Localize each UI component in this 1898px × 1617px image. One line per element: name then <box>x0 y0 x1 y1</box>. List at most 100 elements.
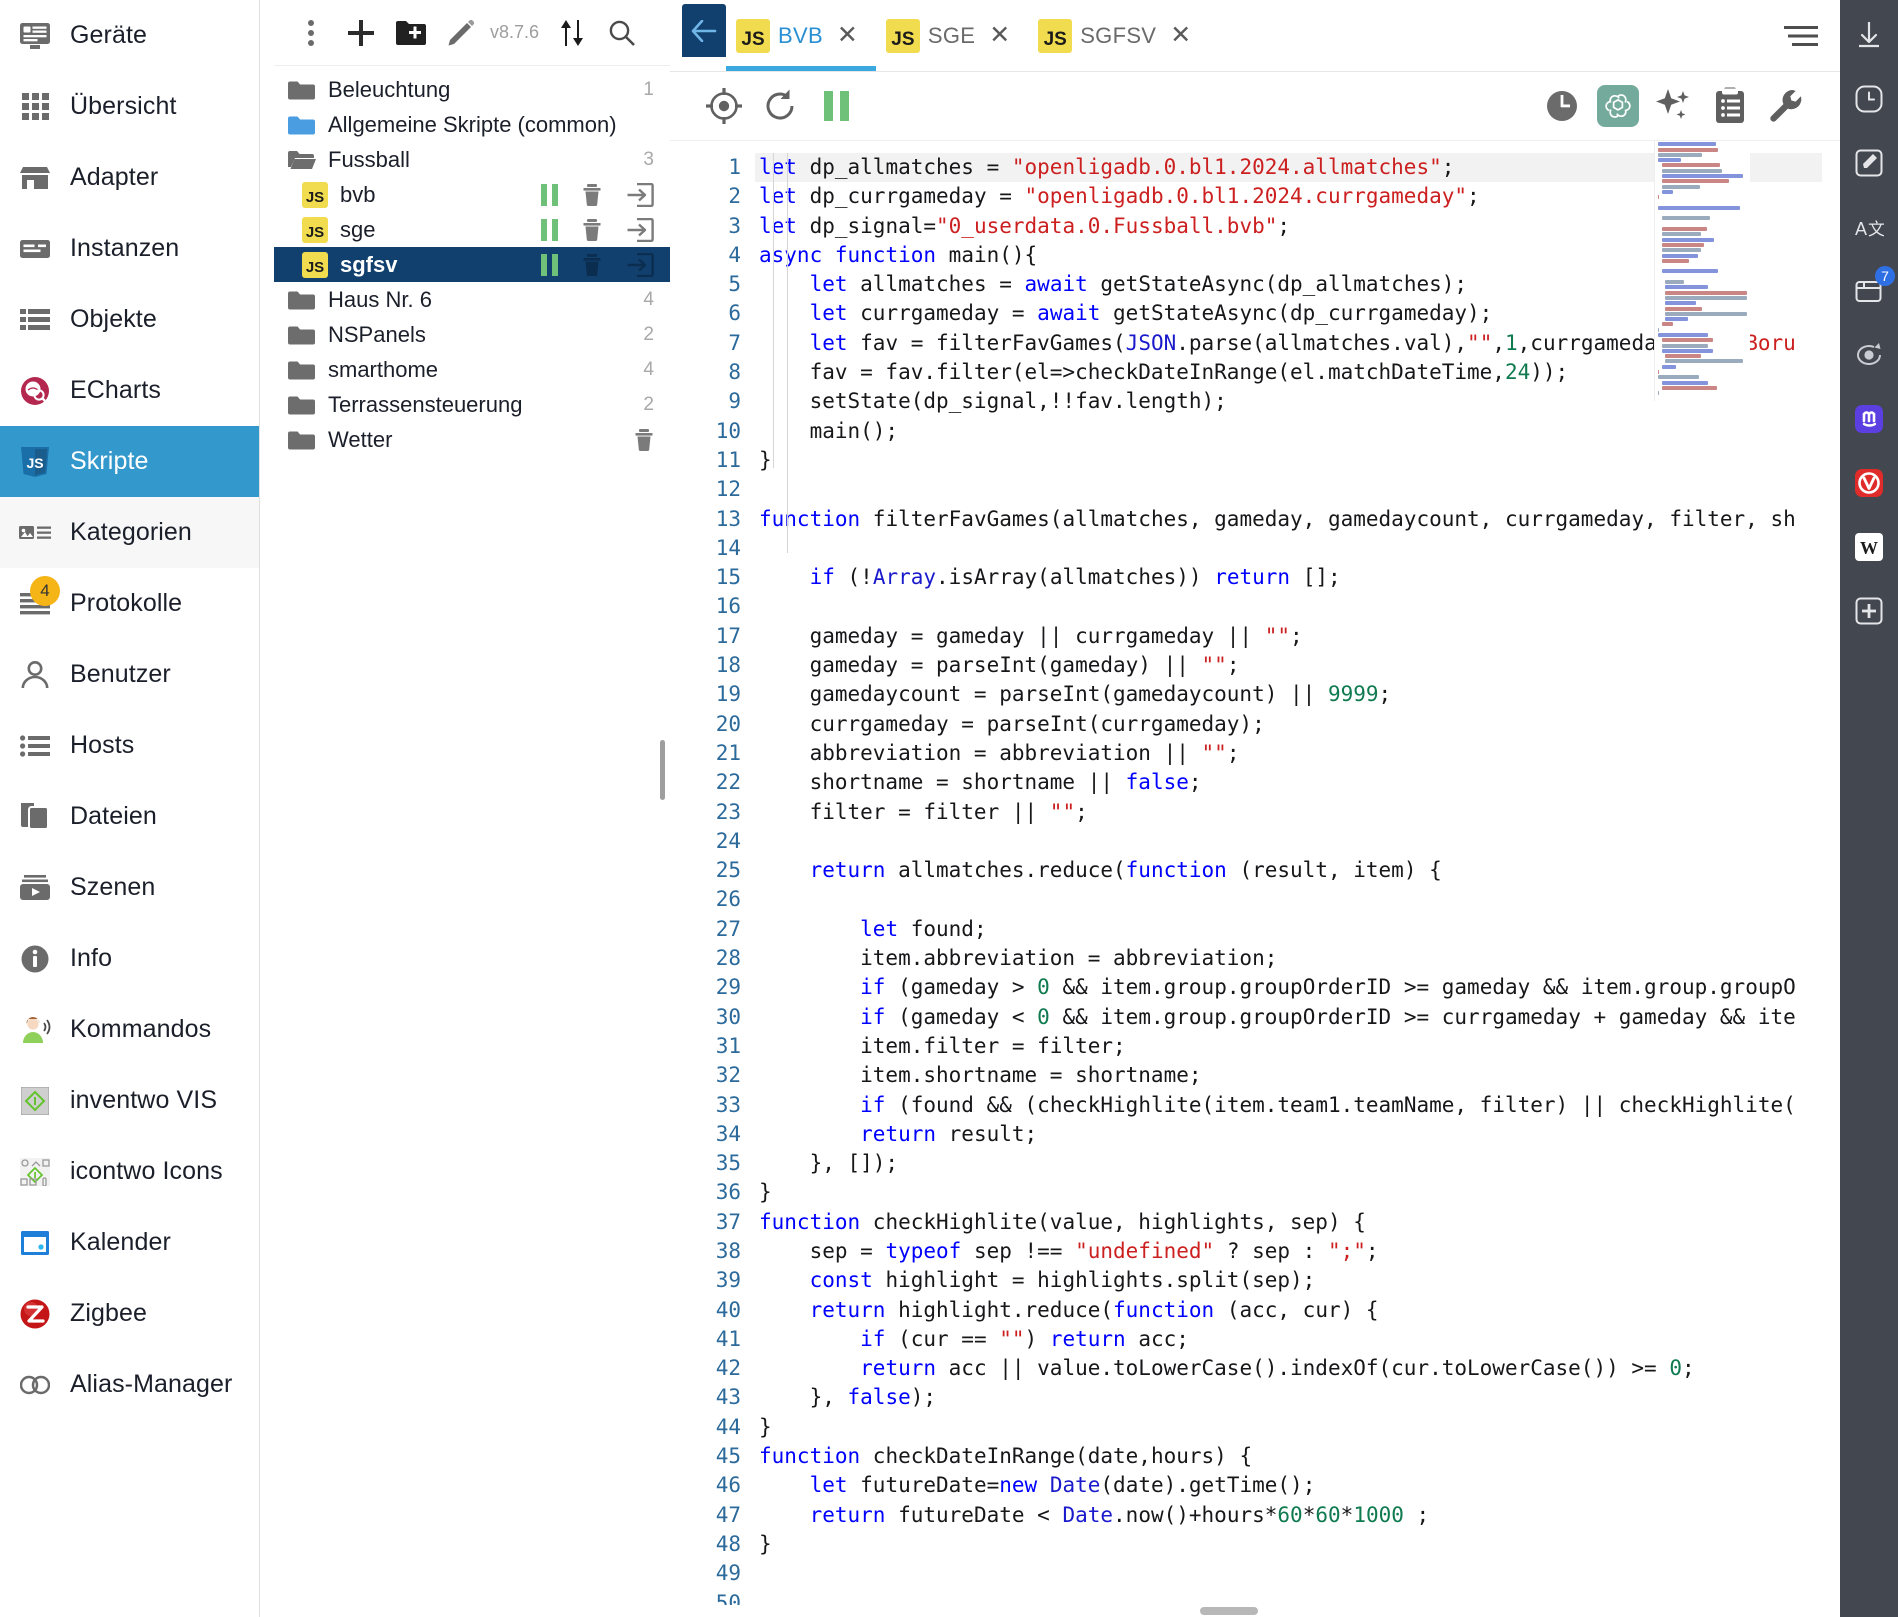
pause-icon[interactable] <box>541 184 558 206</box>
code-line[interactable]: } <box>755 1413 1840 1442</box>
tree-script-row[interactable]: JSsge <box>274 212 670 247</box>
close-icon[interactable]: ✕ <box>837 23 858 48</box>
mastodon-icon[interactable] <box>1850 400 1888 438</box>
code-line[interactable]: let futureDate=new Date(date).getTime(); <box>755 1471 1840 1500</box>
tree-folder-row[interactable]: Allgemeine Skripte (common) <box>274 107 670 142</box>
pause-button[interactable] <box>808 78 864 134</box>
tree-folder-row[interactable]: smarthome4 <box>274 352 670 387</box>
code-line[interactable]: main(); <box>755 417 1840 446</box>
tabs-icon[interactable]: 7 <box>1850 272 1888 310</box>
add-panel-icon[interactable] <box>1850 592 1888 630</box>
arrow-left-icon[interactable] <box>682 4 726 57</box>
locate-button[interactable] <box>696 78 752 134</box>
new-folder-icon[interactable] <box>388 10 434 56</box>
tree-script-row[interactable]: JSsgfsv <box>274 247 670 282</box>
code-line[interactable]: if (gameday < 0 && item.group.groupOrder… <box>755 1003 1840 1032</box>
code-line[interactable]: return highlight.reduce(function (acc, c… <box>755 1296 1840 1325</box>
export-icon[interactable] <box>626 183 654 207</box>
sidebar-item-icontwo-icons[interactable]: icontwo Icons <box>0 1136 259 1207</box>
sidebar-item-kalender[interactable]: Kalender <box>0 1207 259 1278</box>
code-line[interactable]: if (found && (checkHighlite(item.team1.t… <box>755 1091 1840 1120</box>
notes-icon[interactable] <box>1850 144 1888 182</box>
hscroll-thumb[interactable] <box>1200 1607 1258 1615</box>
code-line[interactable] <box>755 885 1840 914</box>
settings-button[interactable] <box>1758 78 1814 134</box>
sidebar-item-kommandos[interactable]: Kommandos <box>0 994 259 1065</box>
export-icon[interactable] <box>626 253 654 277</box>
code-line[interactable]: const highlight = highlights.split(sep); <box>755 1266 1840 1295</box>
feedback-icon[interactable] <box>1850 336 1888 374</box>
tree-folder-row[interactable]: NSPanels2 <box>274 317 670 352</box>
code-line[interactable]: } <box>755 1178 1840 1207</box>
code-vertical-scrollbar[interactable] <box>1822 141 1840 1617</box>
more-vert-icon[interactable] <box>288 10 334 56</box>
sidebar-item-ger-te[interactable]: Geräte <box>0 0 259 71</box>
code-line[interactable]: return result; <box>755 1120 1840 1149</box>
sidebar-item-alias-manager[interactable]: Alias-Manager <box>0 1349 259 1420</box>
clock-icon[interactable] <box>1850 80 1888 118</box>
tree-folder-row[interactable]: Wetter <box>274 422 670 457</box>
sidebar-item-hosts[interactable]: Hosts <box>0 710 259 781</box>
code-line[interactable]: shortname = shortname || false; <box>755 768 1840 797</box>
code-line[interactable] <box>755 592 1840 621</box>
code-line[interactable]: return allmatches.reduce(function (resul… <box>755 856 1840 885</box>
sidebar-item-szenen[interactable]: Szenen <box>0 852 259 923</box>
plus-icon[interactable] <box>338 10 384 56</box>
code-line[interactable]: gameday = gameday || currgameday || ""; <box>755 622 1840 651</box>
code-line[interactable]: if (cur == "") return acc; <box>755 1325 1840 1354</box>
editor-tab-sgfsv[interactable]: JSSGFSV✕ <box>1028 0 1209 71</box>
sidebar-item-info[interactable]: Info <box>0 923 259 994</box>
code-line[interactable] <box>755 1559 1840 1588</box>
code-line[interactable] <box>755 827 1840 856</box>
sidebar-item-inventwo-vis[interactable]: inventwo VIS <box>0 1065 259 1136</box>
code-line[interactable]: filter = filter || ""; <box>755 798 1840 827</box>
code-line[interactable]: let found; <box>755 915 1840 944</box>
sidebar-item-instanzen[interactable]: Instanzen <box>0 213 259 284</box>
hamburger-icon[interactable] <box>1784 0 1840 71</box>
code-line[interactable]: }, []); <box>755 1149 1840 1178</box>
code-line[interactable] <box>755 475 1840 504</box>
trash-icon[interactable] <box>582 218 602 242</box>
code-area[interactable]: 1234567891011121314151617181920212223242… <box>670 140 1840 1617</box>
sidebar-item-objekte[interactable]: Objekte <box>0 284 259 355</box>
code-minimap[interactable] <box>1654 141 1750 401</box>
sort-icon[interactable] <box>549 10 595 56</box>
tree-folder-row[interactable]: Fussball3 <box>274 142 670 177</box>
close-icon[interactable]: ✕ <box>989 23 1010 48</box>
code-line[interactable]: currgameday = parseInt(currgameday); <box>755 710 1840 739</box>
code-line[interactable]: function filterFavGames(allmatches, game… <box>755 505 1840 534</box>
code-line[interactable]: function checkDateInRange(date,hours) { <box>755 1442 1840 1471</box>
download-icon[interactable] <box>1850 16 1888 54</box>
sidebar-item-dateien[interactable]: Dateien <box>0 781 259 852</box>
tree-script-row[interactable]: JSbvb <box>274 177 670 212</box>
sidebar-item-skripte[interactable]: JSSkripte <box>0 426 259 497</box>
code-line[interactable]: if (gameday > 0 && item.group.groupOrder… <box>755 973 1840 1002</box>
pencil-icon[interactable] <box>438 10 484 56</box>
sidebar-item-zigbee[interactable]: Zigbee <box>0 1278 259 1349</box>
code-line[interactable]: gameday = parseInt(gameday) || ""; <box>755 651 1840 680</box>
trash-icon[interactable] <box>582 253 602 277</box>
translate-icon[interactable]: A文 <box>1850 208 1888 246</box>
tree-folder-row[interactable]: Terrassensteuerung2 <box>274 387 670 422</box>
search-icon[interactable] <box>599 10 645 56</box>
vivaldi-icon[interactable] <box>1850 464 1888 502</box>
code-line[interactable]: item.shortname = shortname; <box>755 1061 1840 1090</box>
pause-icon[interactable] <box>541 219 558 241</box>
wikipedia-icon[interactable]: W <box>1850 528 1888 566</box>
editor-tab-sge[interactable]: JSSGE✕ <box>876 0 1028 71</box>
code-line[interactable]: if (!Array.isArray(allmatches)) return [… <box>755 563 1840 592</box>
ai-assist-button[interactable] <box>1646 78 1702 134</box>
code-line[interactable]: }, false); <box>755 1383 1840 1412</box>
tree-folder-row[interactable]: Haus Nr. 64 <box>274 282 670 317</box>
sidebar-item-protokolle[interactable]: 4Protokolle <box>0 568 259 639</box>
code-line[interactable]: } <box>755 1530 1840 1559</box>
tree-scrollbar-thumb[interactable] <box>660 740 665 800</box>
code-line[interactable]: item.abbreviation = abbreviation; <box>755 944 1840 973</box>
code-line[interactable] <box>755 534 1840 563</box>
restart-button[interactable] <box>752 78 808 134</box>
code-line[interactable]: abbreviation = abbreviation || ""; <box>755 739 1840 768</box>
sidebar-item-benutzer[interactable]: Benutzer <box>0 639 259 710</box>
sidebar-item-adapter[interactable]: Adapter <box>0 142 259 213</box>
code-line[interactable]: sep = typeof sep !== "undefined" ? sep :… <box>755 1237 1840 1266</box>
sidebar-item-bersicht[interactable]: Übersicht <box>0 71 259 142</box>
